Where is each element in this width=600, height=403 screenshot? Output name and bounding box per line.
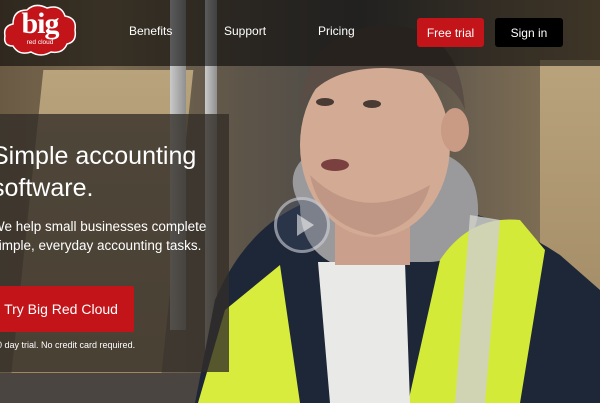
top-navigation-bar: big red cloud Benefits Support Pricing F… bbox=[0, 0, 600, 66]
hero-title-line-1: Simple accounting bbox=[0, 142, 197, 170]
logo-tagline: red cloud bbox=[26, 39, 54, 46]
hero-panel: Simple accounting software. We help smal… bbox=[0, 114, 229, 372]
trial-note: 30 day trial. No credit card required. bbox=[0, 340, 136, 350]
free-trial-button[interactable]: Free trial bbox=[417, 18, 484, 47]
hero-title-line-2: software. bbox=[0, 174, 94, 202]
nav-link-support[interactable]: Support bbox=[224, 24, 266, 38]
nav-link-pricing[interactable]: Pricing bbox=[318, 24, 355, 38]
hero-subtitle-line-2: simple, everyday accounting tasks. bbox=[0, 238, 202, 253]
hero-subtitle: We help small businesses complete simple… bbox=[0, 217, 229, 255]
big-red-cloud-logo[interactable]: big red cloud bbox=[3, 2, 77, 60]
video-play-button[interactable] bbox=[274, 197, 330, 253]
hero-subtitle-line-1: We help small businesses complete bbox=[0, 219, 207, 234]
play-icon bbox=[297, 214, 314, 236]
sign-in-button[interactable]: Sign in bbox=[495, 18, 563, 47]
try-big-red-cloud-button[interactable]: Try Big Red Cloud bbox=[0, 286, 134, 332]
hero-title: Simple accounting software. bbox=[0, 140, 229, 204]
nav-link-benefits[interactable]: Benefits bbox=[129, 24, 172, 38]
